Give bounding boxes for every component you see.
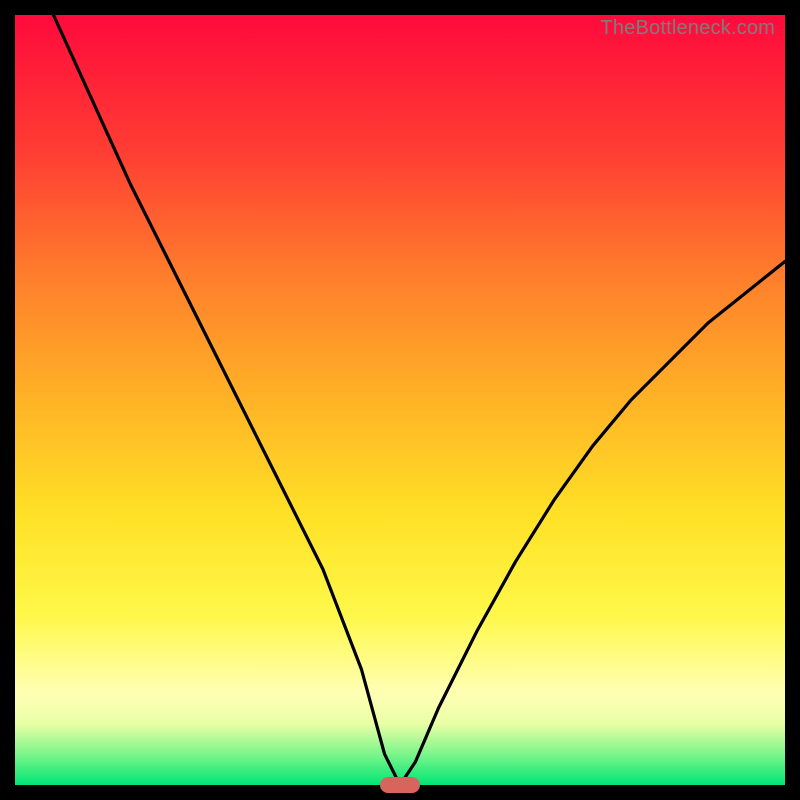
curve-svg <box>15 15 785 785</box>
plot-area: TheBottleneck.com <box>15 15 785 785</box>
chart-frame: TheBottleneck.com <box>0 0 800 800</box>
optimum-marker <box>380 777 420 793</box>
bottleneck-curve-path <box>54 15 786 785</box>
